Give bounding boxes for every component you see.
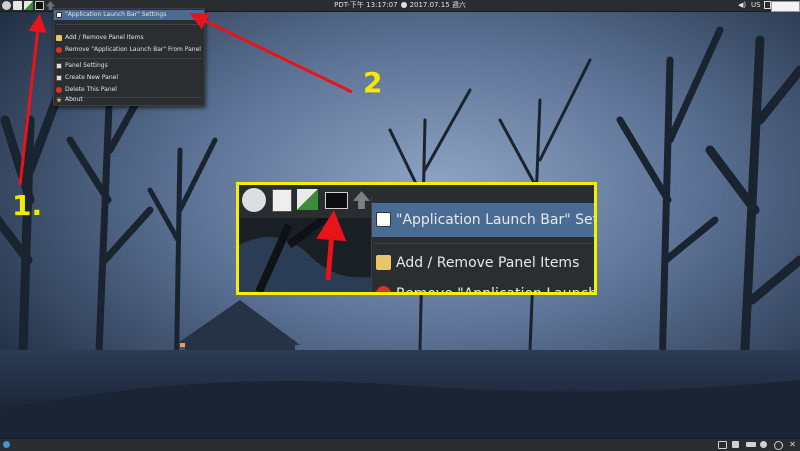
menu-item-create-panel[interactable]: Create New Panel <box>54 73 204 83</box>
zoom-menu-item-remove: Remove "Application Launch <box>372 277 594 292</box>
terminal-icon[interactable] <box>35 1 44 10</box>
app-settings-icon <box>376 212 391 227</box>
clock-date[interactable]: 2017.07.15 週六 <box>410 1 466 9</box>
zoom-menu-item-launchbar-settings: "Application Launch Bar" Set <box>372 203 594 237</box>
zoom-callout: "Application Launch Bar" Set Add / Remov… <box>236 182 597 295</box>
menu-item-panel-settings[interactable]: Panel Settings <box>54 61 204 71</box>
panel-context-menu: "Application Launch Bar" Settings Add / … <box>53 8 205 106</box>
file-manager-icon[interactable] <box>13 1 22 10</box>
annotation-step-1: 1. <box>12 189 43 222</box>
menu-item-about[interactable]: About <box>54 95 204 105</box>
clock-icon <box>400 1 407 8</box>
star-icon <box>56 97 62 103</box>
annotation-step-2: 2 <box>363 66 383 99</box>
menu-button-icon[interactable] <box>2 1 11 10</box>
menu-item-delete-panel[interactable]: Delete This Panel <box>54 85 204 95</box>
delete-icon <box>56 87 62 93</box>
notification-icon[interactable] <box>760 441 767 448</box>
volume-icon[interactable]: ◀) <box>738 0 746 11</box>
menu-button-icon <box>242 188 266 212</box>
zoom-context-menu: "Application Launch Bar" Set Add / Remov… <box>371 197 594 292</box>
text-editor-icon <box>297 189 318 210</box>
power-icon[interactable] <box>774 441 783 450</box>
remove-icon <box>376 286 391 292</box>
bottom-panel: ✕ <box>0 438 800 451</box>
battery-icon[interactable] <box>746 442 756 447</box>
show-desktop-icon[interactable] <box>718 441 727 449</box>
keyboard-layout[interactable]: US <box>751 0 761 11</box>
app-menu-icon[interactable] <box>3 441 10 448</box>
edit-icon <box>56 35 62 41</box>
menu-item-add-remove-items[interactable]: Add / Remove Panel Items <box>54 33 204 43</box>
clock-time[interactable]: PDT-下午 13:17:07 <box>334 1 397 9</box>
edit-icon <box>376 255 391 270</box>
menu-item-launchbar-settings[interactable]: "Application Launch Bar" Settings <box>54 10 204 20</box>
close-icon[interactable]: ✕ <box>788 440 797 449</box>
remove-icon <box>56 47 62 53</box>
text-editor-icon[interactable] <box>24 1 33 10</box>
network-icon[interactable] <box>732 441 739 448</box>
file-manager-icon <box>272 189 292 212</box>
window-icon[interactable] <box>764 0 771 11</box>
workspace-pager[interactable] <box>771 1 800 12</box>
zoom-menu-item-add-remove: Add / Remove Panel Items <box>372 246 594 280</box>
terminal-icon <box>325 192 348 209</box>
app-settings-icon <box>56 12 62 18</box>
new-panel-icon <box>56 75 62 81</box>
panel-settings-icon <box>56 63 62 69</box>
menu-item-remove-launchbar[interactable]: Remove "Application Launch Bar" From Pan… <box>54 45 204 55</box>
